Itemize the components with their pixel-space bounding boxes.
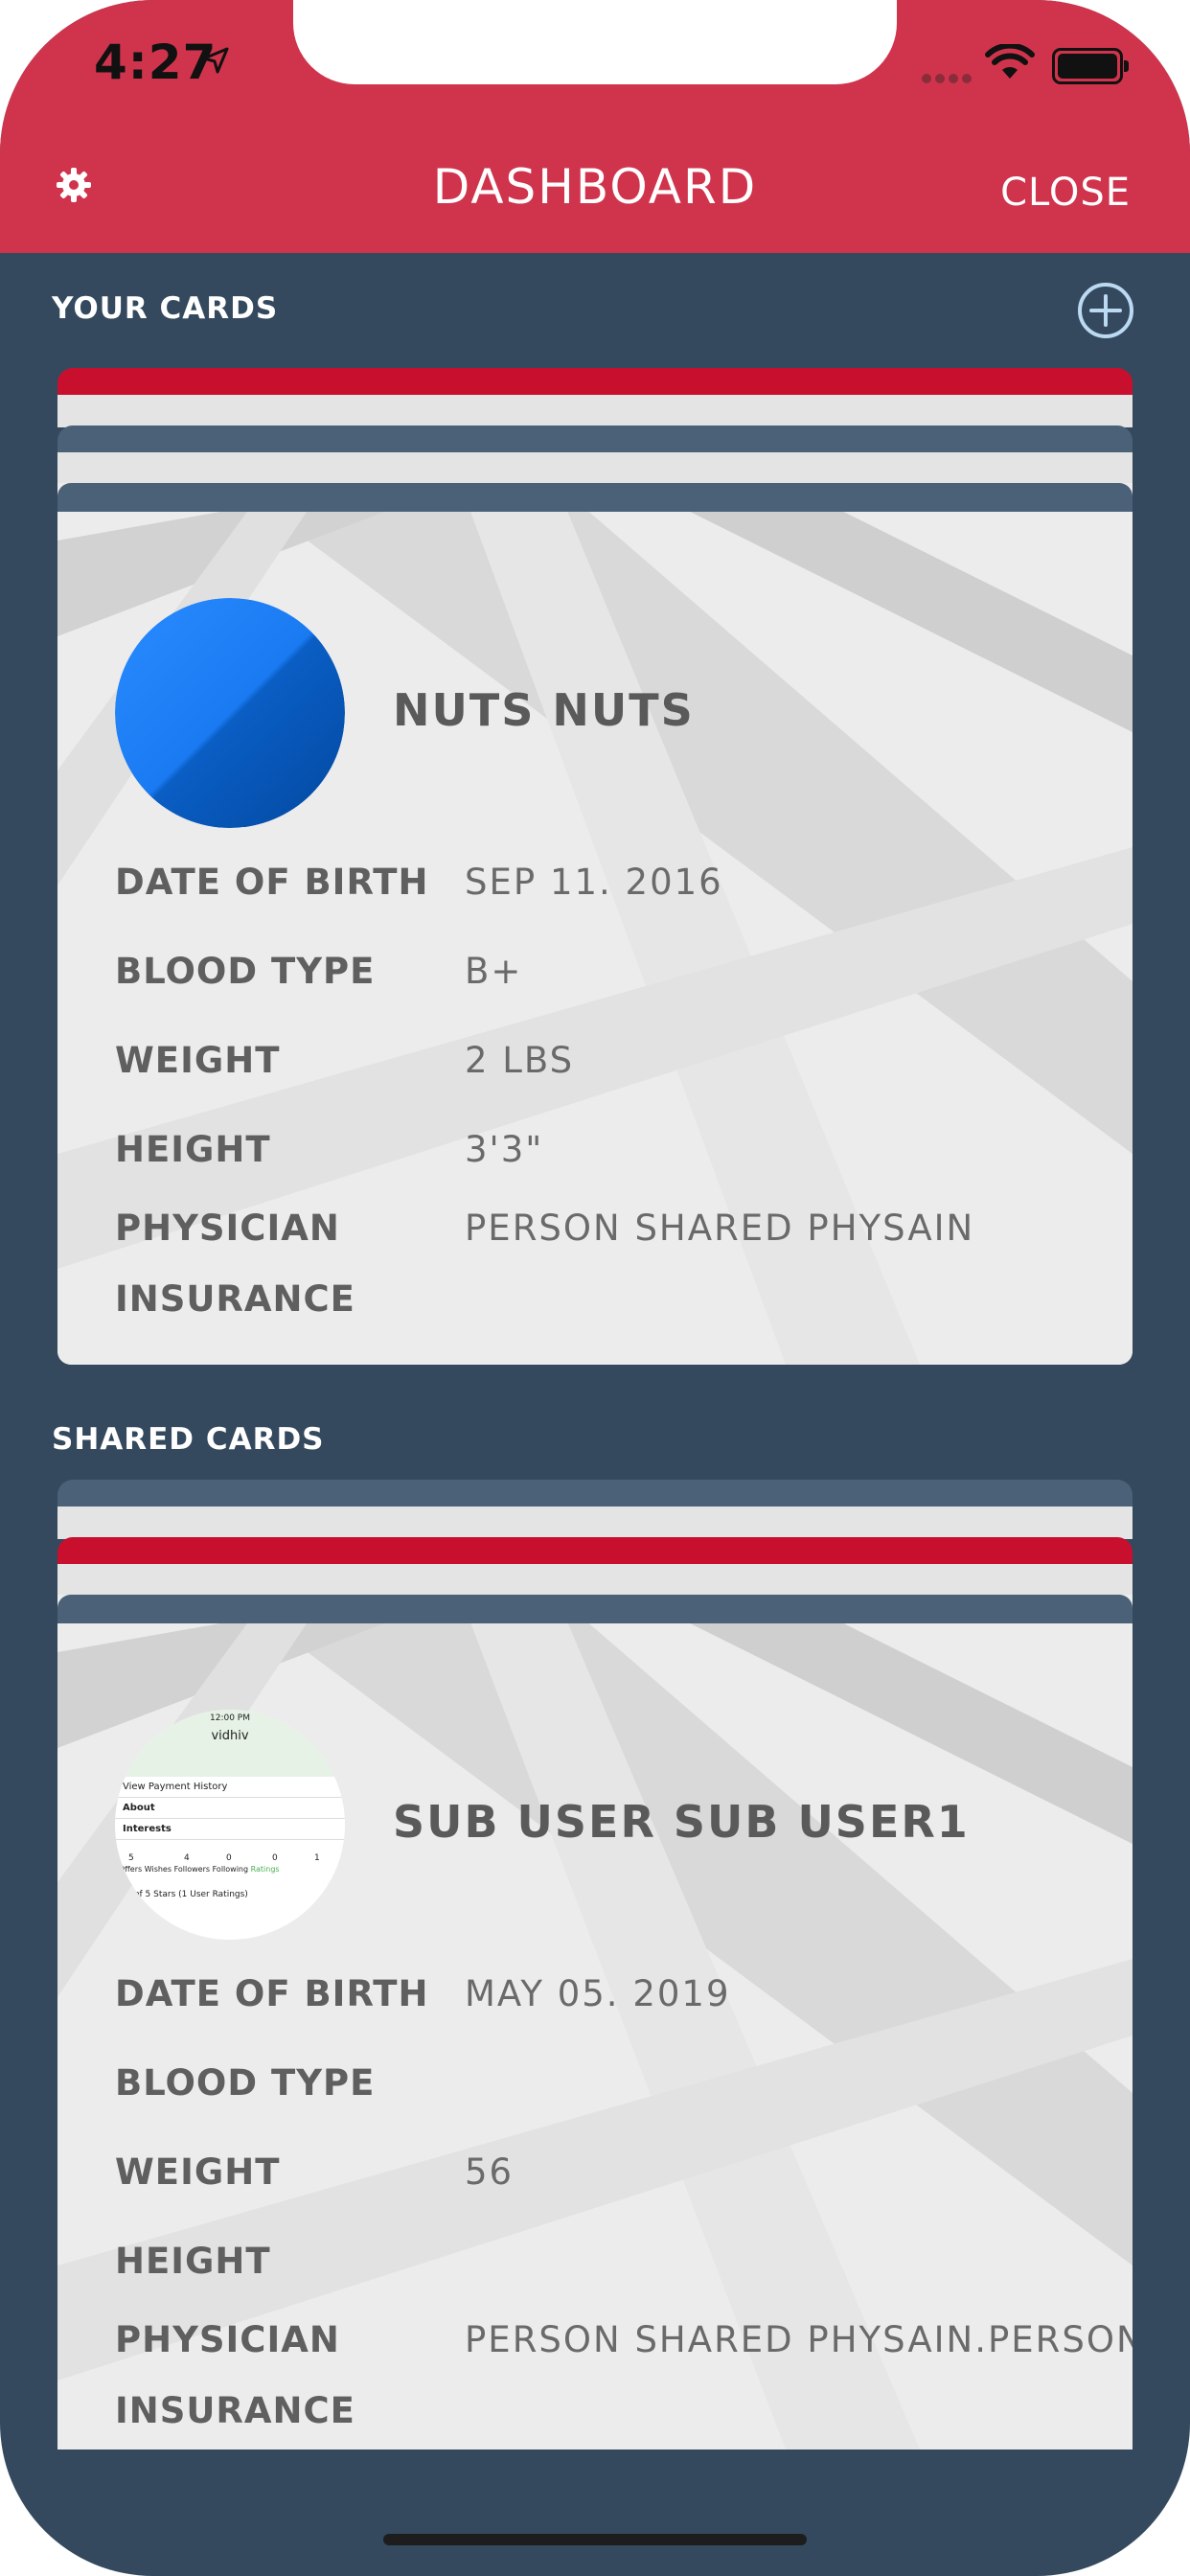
mini-stat-value: 0 bbox=[226, 1853, 232, 1863]
home-indicator[interactable] bbox=[383, 2534, 807, 2545]
stacked-card-blue[interactable] bbox=[57, 426, 1133, 454]
mini-rating: of 5 Stars (1 User Ratings) bbox=[134, 1890, 248, 1899]
field-value: SEP 11. 2016 bbox=[465, 862, 723, 903]
mini-stat-label: Following bbox=[212, 1865, 249, 1874]
field-label: HEIGHT bbox=[115, 2241, 271, 2282]
mini-stat-labels: Offers Wishes Followers Following Rating… bbox=[119, 1865, 280, 1874]
card-holder-name: SUB USER SUB USER1 bbox=[393, 1796, 970, 1848]
field-value: B+ bbox=[465, 951, 523, 992]
field-label: INSURANCE bbox=[115, 2390, 355, 2431]
field-label: BLOOD TYPE bbox=[115, 2062, 376, 2104]
mini-stat-value: 5 bbox=[128, 1853, 134, 1863]
card-top-strip bbox=[57, 1595, 1133, 1623]
stacked-card-red[interactable] bbox=[57, 368, 1133, 397]
stacked-card-red[interactable] bbox=[57, 1537, 1133, 1566]
mini-stat: 0 bbox=[226, 1853, 232, 1863]
mini-stat: 5 bbox=[128, 1853, 134, 1863]
your-card[interactable]: NUTS NUTS DATE OF BIRTH SEP 11. 2016 BLO… bbox=[57, 483, 1133, 1365]
field-label: PHYSICIAN bbox=[115, 2319, 340, 2360]
mini-stat-label: Ratings bbox=[250, 1865, 280, 1874]
mini-username: vidhiv bbox=[211, 1729, 249, 1743]
mini-stat: 1 bbox=[314, 1853, 320, 1863]
plus-circle-icon[interactable] bbox=[1077, 282, 1134, 339]
notch bbox=[293, 0, 897, 84]
field-value: MAY 05. 2019 bbox=[465, 1973, 731, 2014]
location-arrow-icon bbox=[202, 47, 229, 74]
avatar: 12:00 PM vidhiv View Payment History Abo… bbox=[115, 1710, 345, 1940]
mini-stat-value: 1 bbox=[314, 1853, 320, 1863]
field-value: PERSON SHARED PHYSAIN bbox=[465, 1208, 975, 1249]
mini-stat: 4 bbox=[184, 1853, 190, 1863]
card-top-strip bbox=[57, 483, 1133, 512]
mini-stat-label: Offers bbox=[119, 1865, 143, 1874]
field-label: DATE OF BIRTH bbox=[115, 862, 429, 903]
avatar-screenshot: 12:00 PM vidhiv View Payment History Abo… bbox=[115, 1710, 345, 1940]
field-label: WEIGHT bbox=[115, 1040, 281, 1081]
stacked-card-peek bbox=[57, 1506, 1133, 1539]
mini-time: 12:00 PM bbox=[210, 1714, 250, 1723]
stacked-card-peek bbox=[57, 395, 1133, 427]
field-value: PERSON SHARED PHYSAIN.PERSON bbox=[465, 2319, 1133, 2360]
battery-icon bbox=[1052, 48, 1129, 84]
shared-card[interactable]: 12:00 PM vidhiv View Payment History Abo… bbox=[57, 1595, 1133, 2450]
mini-stat: 0 bbox=[272, 1853, 278, 1863]
field-label: INSURANCE bbox=[115, 1278, 355, 1320]
field-label: WEIGHT bbox=[115, 2151, 281, 2193]
mini-stat-value: 4 bbox=[184, 1853, 190, 1863]
stacked-card-peek bbox=[57, 452, 1133, 485]
phone-screen: 4:27 DASHBOARD CLOSE YOUR CARDS NUTS NUT… bbox=[0, 0, 1190, 2576]
mini-row: Interests bbox=[115, 1819, 345, 1840]
field-value: 3'3" bbox=[465, 1129, 544, 1170]
your-cards-label: YOUR CARDS bbox=[52, 291, 279, 326]
stacked-card-peek bbox=[57, 1564, 1133, 1597]
avatar bbox=[115, 598, 345, 828]
shared-cards-label: SHARED CARDS bbox=[52, 1422, 325, 1457]
signal-icon bbox=[922, 69, 975, 87]
mini-row: View Payment History bbox=[115, 1777, 345, 1798]
mini-stat-label: Wishes bbox=[144, 1865, 172, 1874]
field-label: DATE OF BIRTH bbox=[115, 1973, 429, 2014]
card-holder-name: NUTS NUTS bbox=[393, 684, 695, 736]
close-button[interactable]: CLOSE bbox=[1000, 171, 1131, 215]
status-time: 4:27 bbox=[94, 34, 217, 90]
field-label: HEIGHT bbox=[115, 1129, 271, 1170]
field-label: BLOOD TYPE bbox=[115, 951, 376, 992]
field-value: 56 bbox=[465, 2151, 515, 2193]
header-bar: 4:27 DASHBOARD CLOSE bbox=[0, 0, 1190, 253]
field-value: 2 LBS bbox=[465, 1040, 575, 1081]
wifi-icon bbox=[985, 44, 1035, 79]
mini-stat-label: Followers bbox=[173, 1865, 211, 1874]
mini-stat-value: 0 bbox=[272, 1853, 278, 1863]
stacked-card-blue[interactable] bbox=[57, 1480, 1133, 1508]
mini-row: About bbox=[115, 1798, 345, 1819]
field-label: PHYSICIAN bbox=[115, 1208, 340, 1249]
